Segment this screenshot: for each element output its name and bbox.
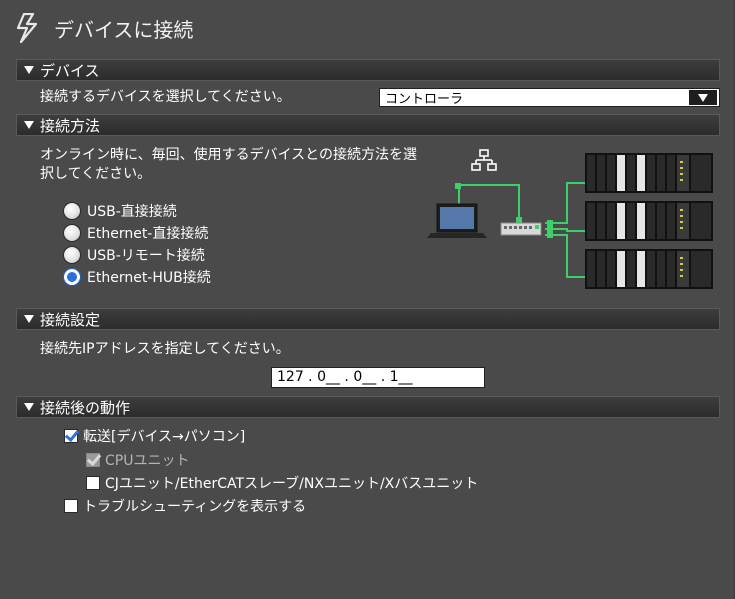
checkbox-troubleshooting[interactable]: トラブルシューティングを表示する (64, 497, 306, 515)
laptop-icon (427, 203, 487, 238)
controller-rack-icon (585, 153, 713, 289)
section-header-label: 接続方法 (40, 116, 101, 135)
section-header-device[interactable]: デバイス (16, 59, 720, 81)
checkbox[interactable] (64, 429, 78, 443)
radio-button-selected[interactable] (63, 268, 81, 286)
dropdown-arrow-icon[interactable] (689, 90, 717, 105)
checkbox-disabled (86, 453, 100, 467)
device-prompt: 接続するデバイスを選択してください。 (40, 89, 291, 105)
collapse-triangle-icon (24, 121, 34, 129)
collapse-triangle-icon (24, 66, 34, 74)
section-header-connection-settings[interactable]: 接続設定 (16, 308, 720, 330)
radio-usb-remote[interactable]: USB-リモート接続 (63, 245, 205, 265)
switch-icon (500, 222, 542, 236)
checkbox-label: CPUユニット (105, 453, 190, 469)
radio-button[interactable] (63, 202, 81, 220)
ip-prompt: 接続先IPアドレスを指定してください。 (40, 341, 290, 357)
lightning-icon (16, 13, 38, 43)
panel-title-text: デバイスに接続 (54, 17, 194, 42)
section-header-after-connection[interactable]: 接続後の動作 (16, 396, 720, 418)
section-header-connection-method[interactable]: 接続方法 (16, 114, 720, 136)
checkbox-label: 転送[デバイス→パソコン] (83, 429, 246, 445)
radio-ethernet-direct[interactable]: Ethernet-直接接続 (63, 223, 208, 243)
radio-button[interactable] (63, 246, 81, 264)
checkbox[interactable] (86, 476, 100, 490)
network-diagram (427, 149, 713, 289)
collapse-triangle-icon (24, 403, 34, 411)
checkbox-other-units[interactable]: CJユニット/EtherCATスレーブ/NXユニット/Xバスユニット (86, 474, 478, 492)
radio-label: Ethernet-HUB接続 (87, 270, 211, 286)
collapse-triangle-icon (24, 315, 34, 323)
checkbox-cpu-unit: CPUユニット (86, 451, 189, 469)
method-description-line1: オンライン時に、毎回、使用するデバイスとの接続方法を選 (40, 147, 418, 163)
panel-title: デバイスに接続 (16, 10, 193, 46)
checkbox[interactable] (64, 499, 78, 513)
connect-to-device-panel: デバイスに接続 デバイス 接続するデバイスを選択してください。 コントローラ 接… (0, 0, 735, 599)
network-hub-icon (471, 149, 497, 171)
checkbox-transfer[interactable]: 転送[デバイス→パソコン] (64, 427, 245, 445)
section-header-label: 接続後の動作 (40, 398, 131, 417)
device-select[interactable]: コントローラ (379, 88, 720, 107)
section-header-label: デバイス (40, 61, 100, 80)
radio-button[interactable] (63, 224, 81, 242)
radio-ethernet-hub[interactable]: Ethernet-HUB接続 (63, 267, 211, 287)
checkbox-label: トラブルシューティングを表示する (83, 499, 307, 515)
method-description-line2: 択してください。 (40, 166, 152, 182)
radio-label: Ethernet-直接接続 (87, 226, 209, 242)
section-header-label: 接続設定 (40, 310, 101, 329)
radio-usb-direct[interactable]: USB-直接接続 (63, 201, 177, 221)
checkbox-label: CJユニット/EtherCATスレーブ/NXユニット/Xバスユニット (105, 476, 479, 492)
radio-label: USB-直接接続 (87, 204, 177, 220)
ip-address-input[interactable]: 127 . 0__ . 0__ . 1__ (271, 367, 485, 388)
device-select-value: コントローラ (385, 92, 464, 107)
radio-label: USB-リモート接続 (87, 248, 205, 264)
